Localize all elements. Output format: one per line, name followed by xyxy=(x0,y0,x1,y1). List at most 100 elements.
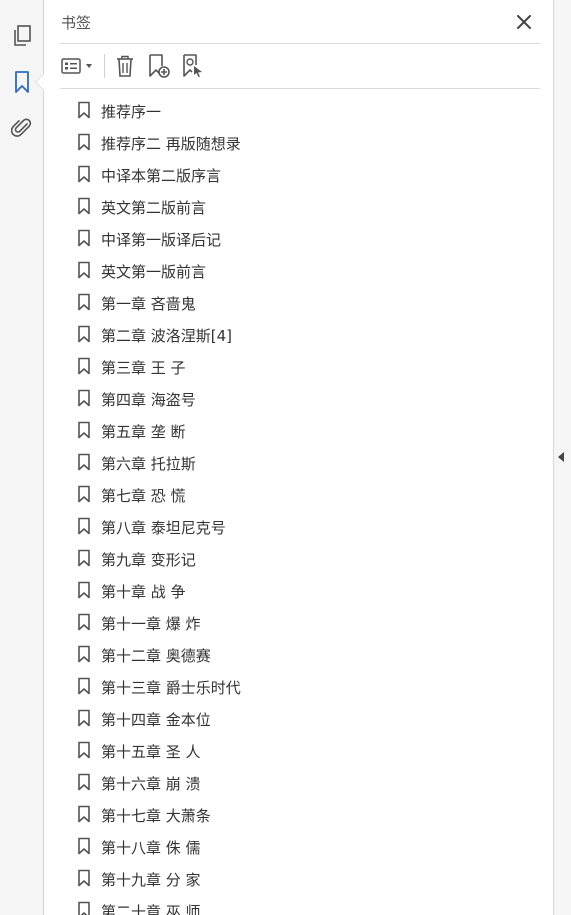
bookmark-item[interactable]: 第七章 恐 慌 xyxy=(60,478,530,510)
bookmark-item[interactable]: 第九章 变形记 xyxy=(60,542,530,574)
bookmark-icon xyxy=(78,165,90,183)
navigation-rail xyxy=(0,0,44,915)
bookmark-label: 第五章 垄 断 xyxy=(101,423,186,441)
new-bookmark-button[interactable] xyxy=(146,52,172,80)
bookmark-label: 第十四章 金本位 xyxy=(101,711,211,729)
bookmark-item[interactable]: 第十五章 圣 人 xyxy=(60,734,530,766)
close-icon xyxy=(517,15,531,29)
trash-icon xyxy=(117,55,133,77)
bookmark-item[interactable]: 第六章 托拉斯 xyxy=(60,446,530,478)
bookmark-item[interactable]: 英文第二版前言 xyxy=(60,190,530,222)
bookmark-label: 第八章 泰坦尼克号 xyxy=(101,519,226,537)
bookmark-icon xyxy=(78,101,90,119)
close-panel-button[interactable] xyxy=(514,12,534,32)
options-menu-button[interactable] xyxy=(60,52,98,80)
panel-title: 书签 xyxy=(61,14,92,32)
bookmark-label: 第七章 恐 慌 xyxy=(101,487,186,505)
bookmark-icon xyxy=(78,773,90,791)
bookmark-icon xyxy=(78,837,90,855)
bookmark-label: 第十六章 崩 溃 xyxy=(101,775,201,793)
bookmark-item[interactable]: 第十三章 爵士乐时代 xyxy=(60,670,530,702)
bookmark-icon xyxy=(15,71,29,93)
bookmark-item[interactable]: 第二十章 巫 师 xyxy=(60,894,530,915)
bookmark-item[interactable]: 第十六章 崩 溃 xyxy=(60,766,530,798)
bookmark-item[interactable]: 第五章 垄 断 xyxy=(60,414,530,446)
bookmark-item[interactable]: 第十二章 奥德赛 xyxy=(60,638,530,670)
bookmark-item[interactable]: 推荐序一 xyxy=(60,94,530,126)
bookmark-label: 英文第一版前言 xyxy=(101,263,207,281)
bookmark-icon xyxy=(78,261,90,279)
bookmark-label: 第六章 托拉斯 xyxy=(101,455,196,473)
bookmark-label: 第十九章 分 家 xyxy=(101,871,201,889)
bookmark-icon xyxy=(78,229,90,247)
collapse-arrow-icon xyxy=(558,452,564,462)
active-tab-notch xyxy=(36,74,44,90)
delete-bookmark-button[interactable] xyxy=(112,52,138,80)
bookmark-icon xyxy=(78,485,90,503)
bookmark-icon xyxy=(78,293,90,311)
bookmark-label: 第十二章 奥德赛 xyxy=(101,647,211,665)
bookmark-icon xyxy=(78,357,90,375)
bookmark-icon xyxy=(78,709,90,727)
bookmark-item[interactable]: 第十九章 分 家 xyxy=(60,862,530,894)
pages-icon xyxy=(14,25,31,46)
bookmark-icon xyxy=(78,197,90,215)
add-bookmark-icon xyxy=(149,54,170,78)
bookmark-label: 第一章 吝啬鬼 xyxy=(101,295,196,313)
bookmark-icon xyxy=(78,613,90,631)
bookmark-label: 第十一章 爆 炸 xyxy=(101,615,201,633)
bookmark-label: 英文第二版前言 xyxy=(101,199,207,217)
bookmarks-toolbar xyxy=(60,50,540,82)
options-list-icon xyxy=(61,58,92,74)
bookmark-icon xyxy=(78,677,90,695)
bookmark-item[interactable]: 中译第一版译后记 xyxy=(60,222,530,254)
bookmark-label: 第二章 波洛涅斯[4] xyxy=(101,327,233,345)
bookmark-item[interactable]: 第四章 海盗号 xyxy=(60,382,530,414)
toolbar-divider xyxy=(60,88,540,89)
bookmark-icon xyxy=(78,389,90,407)
bookmark-label: 第二十章 巫 师 xyxy=(101,903,201,915)
bookmarks-tab-button[interactable] xyxy=(8,68,36,96)
bookmark-icon xyxy=(78,741,90,759)
new-bookmark-from-selection-button[interactable] xyxy=(180,52,206,80)
bookmark-icon xyxy=(78,549,90,567)
bookmark-item[interactable]: 第十四章 金本位 xyxy=(60,702,530,734)
bookmark-label: 第四章 海盗号 xyxy=(101,391,196,409)
panel-collapse-strip[interactable] xyxy=(553,0,571,915)
bookmark-icon xyxy=(78,901,90,915)
bookmark-label: 中译第一版译后记 xyxy=(101,231,222,249)
bookmark-item[interactable]: 第八章 泰坦尼克号 xyxy=(60,510,530,542)
bookmark-icon xyxy=(78,645,90,663)
bookmark-icon xyxy=(78,805,90,823)
bookmark-item[interactable]: 第十七章 大萧条 xyxy=(60,798,530,830)
bookmark-item[interactable]: 英文第一版前言 xyxy=(60,254,530,286)
page-thumbnails-button[interactable] xyxy=(8,22,36,50)
bookmark-label: 第十章 战 争 xyxy=(101,583,186,601)
bookmark-label: 推荐序二 再版随想录 xyxy=(101,135,241,153)
bookmark-icon xyxy=(78,325,90,343)
bookmark-item[interactable]: 第十一章 爆 炸 xyxy=(60,606,530,638)
bookmark-icon xyxy=(78,869,90,887)
bookmark-list: 推荐序一推荐序二 再版随想录 中译本第二版序言 英文第二版前言 中译第一版译后记 英文第… xyxy=(60,94,530,915)
toolbar-separator xyxy=(104,54,105,78)
bookmark-item[interactable]: 第一章 吝啬鬼 xyxy=(60,286,530,318)
bookmark-icon xyxy=(78,421,90,439)
bookmark-label: 推荐序一 xyxy=(101,103,162,121)
bookmark-search-icon xyxy=(183,54,202,77)
bookmark-icon xyxy=(78,453,90,471)
attachments-button[interactable] xyxy=(8,114,36,142)
bookmark-item[interactable]: 第三章 王 子 xyxy=(60,350,530,382)
bookmark-item[interactable]: 第二章 波洛涅斯[4] xyxy=(60,318,530,350)
bookmark-item[interactable]: 第十八章 侏 儒 xyxy=(60,830,530,862)
bookmark-item[interactable]: 推荐序二 再版随想录 xyxy=(60,126,530,158)
paperclip-icon xyxy=(11,118,32,137)
bookmark-item[interactable]: 第十章 战 争 xyxy=(60,574,530,606)
bookmark-icon xyxy=(78,581,90,599)
bookmark-label: 第十八章 侏 儒 xyxy=(101,839,201,857)
bookmark-label: 中译本第二版序言 xyxy=(101,167,222,185)
bookmark-icon xyxy=(78,517,90,535)
bookmark-label: 第九章 变形记 xyxy=(101,551,196,569)
bookmark-label: 第十三章 爵士乐时代 xyxy=(101,679,241,697)
bookmark-item[interactable]: 中译本第二版序言 xyxy=(60,158,530,190)
header-divider xyxy=(60,43,540,44)
